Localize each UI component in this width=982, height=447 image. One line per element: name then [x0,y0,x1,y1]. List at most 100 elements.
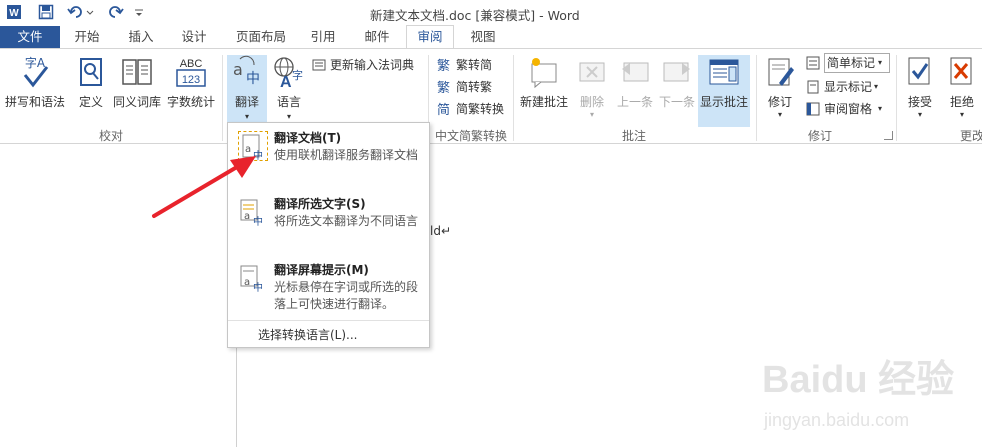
menu-separator [228,320,429,321]
new-comment-icon [531,58,557,89]
markup-select-arrow: ▾ [878,58,883,67]
menu-item-choose-language[interactable]: 选择转换语言(L)... [258,326,358,343]
tab-mailings[interactable]: 邮件 [356,26,398,48]
group-label-comments: 批注 [621,129,646,143]
group-divider [896,55,897,141]
language-button[interactable]: A 字 语言 ▾ [270,55,308,121]
baidu-watermark-logo: Baidu 经验 jingyan.baidu.com [762,359,954,430]
reviewing-pane-icon [806,102,820,116]
tab-references[interactable]: 引用 [302,26,344,48]
show-markup-icon [807,80,819,94]
translate-mini-icon: a 中 [240,265,263,293]
next-comment-button[interactable]: 下一条 [656,55,698,110]
track-dropdown-arrow: ▾ [777,110,782,119]
menu-item-translate-mini[interactable]: a 中 翻译屏幕提示(M) 光标悬停在字词或所选的段落上可快速进行翻译。 [234,261,422,317]
tracking-dialog-launcher[interactable] [884,131,893,140]
tab-layout[interactable]: 页面布局 [228,26,294,48]
reviewing-pane-arrow: ▾ [878,104,883,113]
menu-item-translate-document[interactable]: a 中 翻译文档(T) 使用联机翻译服务翻译文档 [234,129,422,189]
define-button[interactable]: 定义 [74,55,108,110]
group-divider [756,55,757,141]
update-ime-dictionary-button[interactable]: 更新输入法词典 [312,55,414,75]
show-comments-button[interactable]: 显示批注 [698,55,750,127]
translate-button[interactable]: a 中 翻译 ▾ [227,55,267,127]
title-bar: W 新建文本文档.doc [兼容模式] - Word [0,0,982,26]
menu-item-title: 翻译所选文字(S) [274,197,366,211]
translate-icon: a 中 [233,55,260,87]
conversion-icon: 简 [437,102,450,117]
tab-insert[interactable]: 插入 [120,26,162,48]
markup-display-select[interactable]: 简单标记 ▾ [806,53,890,73]
ribbon: 字A 拼写和语法 定义 同义词库 ABC 123 字数统计 校对 a 中 翻译 … [0,48,982,144]
svg-text:A: A [280,74,292,89]
track-changes-icon [768,58,794,86]
menu-item-translate-selection[interactable]: a 中 翻译所选文字(S) 将所选文本翻译为不同语言 [234,195,422,255]
thesaurus-book-icon [122,59,152,85]
delete-comment-button[interactable]: 删除 ▾ [574,55,610,119]
markup-icon [806,56,820,70]
tab-file[interactable]: 文件 [0,26,60,48]
watermark-url: jingyan.baidu.com [763,410,909,430]
new-comment-button[interactable]: 新建批注 [518,55,570,110]
document-text[interactable]: ld↵ [430,224,451,238]
language-globe-icon: A 字 [274,57,303,89]
word-count-icon: ABC 123 [176,58,206,87]
delete-comment-icon [579,62,605,82]
next-comment-icon [663,62,690,82]
menu-item-title: 翻译屏幕提示(M) [274,263,369,277]
number-label: 123 [182,74,200,86]
accept-button[interactable]: 接受 ▾ [902,55,938,119]
track-changes-button[interactable]: 修订 ▾ [762,55,798,119]
spell-check-icon: 字A [23,55,49,88]
menu-item-description: 将所选文本翻译为不同语言 [274,214,419,228]
svg-text:简: 简 [437,102,450,117]
reviewing-pane-button[interactable]: 审阅窗格 ▾ [806,99,882,119]
show-markup-button[interactable]: 显示标记 ▾ [806,77,878,97]
annotation-arrow-icon [152,156,256,218]
group-label-proofing: 校对 [98,129,123,143]
chinese-conversion-button[interactable]: 简 简繁转换 [436,99,504,119]
abc-label: ABC [180,58,203,70]
menu-item-description: 使用联机翻译服务翻译文档 [274,148,419,162]
svg-text:中: 中 [246,71,260,87]
tab-view[interactable]: 视图 [462,26,504,48]
define-book-icon [80,58,102,86]
svg-text:繁: 繁 [437,58,450,73]
window-title: 新建文本文档.doc [兼容模式] - Word [370,8,580,23]
reject-button[interactable]: 拒绝 ▾ [944,55,980,119]
group-label-chinese: 中文简繁转换 [434,129,507,143]
menu-item-description: 光标悬停在字词或所选的段落上可快速进行翻译。 [274,280,419,311]
menu-item-title: 翻译文档(T) [274,131,342,145]
show-comments-icon [709,59,739,85]
group-divider [222,55,223,141]
s2t-icon: 繁 [437,80,450,95]
reject-dropdown-arrow: ▾ [959,110,964,119]
group-label-tracking: 修订 [807,129,832,143]
accept-icon [908,57,930,85]
tab-review[interactable]: 审阅 [406,25,454,50]
delete-dropdown-arrow: ▾ [589,110,594,119]
accept-dropdown-arrow: ▾ [917,110,922,119]
traditional-to-simplified-button[interactable]: 繁 繁转简 [436,55,492,75]
svg-text:繁: 繁 [437,80,450,95]
svg-text:中: 中 [253,281,263,293]
tab-design[interactable]: 设计 [172,26,216,48]
tab-home[interactable]: 开始 [66,26,108,48]
ime-dictionary-icon [312,59,326,71]
language-dropdown-arrow: ▾ [286,112,291,121]
simplified-to-traditional-button[interactable]: 繁 简转繁 [436,77,492,97]
ribbon-tabs: 文件 开始 插入 设计 页面布局 引用 邮件 审阅 视图 [0,25,982,50]
previous-comment-icon [622,62,649,82]
word-count-button[interactable]: ABC 123 字数统计 [164,55,218,110]
spelling-grammar-button[interactable]: 字A 拼写和语法 [4,55,66,110]
translate-dropdown-arrow: ▾ [244,112,249,121]
t2s-icon: 繁 [437,58,450,73]
reject-icon [950,57,972,85]
previous-comment-button[interactable]: 上一条 [614,55,656,110]
group-label-changes: 更改 [960,129,982,143]
show-markup-arrow: ▾ [874,82,879,91]
thesaurus-button[interactable]: 同义词库 [110,55,164,110]
svg-text:a: a [244,277,250,288]
svg-text:a: a [233,60,243,79]
watermark-brand: Baidu 经验 [762,359,954,401]
